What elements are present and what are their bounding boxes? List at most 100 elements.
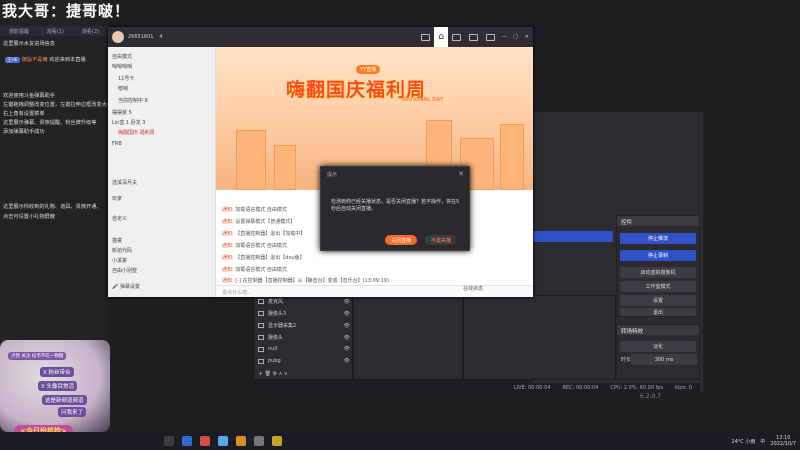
list-icon[interactable] [486,33,496,41]
maximize-icon[interactable]: □ [513,34,518,40]
sidebar-item[interactable]: 玩家 [112,195,122,202]
sidebar-item[interactable]: 自定义 [112,215,127,222]
left-line-badge: 王HE 御旨不是俺 欢迎来到本直播 [3,56,86,63]
gear-icon[interactable]: ⚙ [273,371,277,377]
sidebar-item[interactable]: 当前控制中 8 [118,97,148,104]
app-icon[interactable] [236,436,246,446]
virtual-camera-button[interactable]: 启动虚拟摄像机 [620,267,696,278]
start-icon[interactable] [164,436,174,446]
weather[interactable]: 24°C 小雨 [731,438,755,445]
left-tab-1[interactable]: 观影提醒 [9,28,29,35]
chat-text: 【直播控制器】退出【加载中】 [235,231,306,237]
transition-select[interactable]: 淡化 [620,341,696,352]
sidebar-item[interactable]: 小溪宴 [112,257,127,264]
stop-record-button[interactable]: 停止录制 [620,250,696,261]
source-name: pubg [268,358,281,364]
down-icon[interactable]: ∨ [284,371,288,377]
sidebar-item[interactable]: FRB [112,141,122,147]
obs-transitions-panel: 转场特效 淡化 时长 300 ms [616,324,700,380]
sidebar-item[interactable]: 选溪深月夫 [112,179,137,186]
eye-icon[interactable]: 👁 [344,323,350,329]
source-item[interactable]: pubg 👁 [258,358,350,364]
close-icon[interactable]: ✕ [525,34,529,40]
app-icon[interactable] [200,436,210,446]
chat-sender: 通知: [222,219,234,225]
close-icon[interactable]: ✕ [458,170,464,178]
bottom-tool[interactable]: 弹幕设置 [120,284,140,290]
left-tab-3[interactable]: 观看(2) [82,28,99,35]
app-icon[interactable] [254,436,264,446]
source-item[interactable]: 麦克风 👁 [258,298,350,305]
status-tool[interactable]: 在线状态 [463,285,483,292]
source-name: null [268,346,278,352]
cart-icon[interactable] [469,33,479,41]
chat-sender: 通知: [222,243,234,249]
badge-user: 御旨不是俺 [21,57,48,63]
obs-sources-panel: 麦克风 👁 摄像头3 👁 显示器采集2 👁 摄像头 👁 null 👁 pubg 👁 ＋ 🗑 … [253,295,353,380]
chat-line: 通知: 设置弹幕模式【普通模式】 [222,218,295,225]
dialog-message: 检测到你已经关播状态，是否关闭直播？若不操作，将在5秒后自动关闭直播。 [331,199,460,212]
sidebar-item[interactable]: 哨哨哨哨 [112,63,132,70]
sidebar-item[interactable]: 猫宴 [112,237,122,244]
minimize-icon[interactable]: — [502,34,507,40]
source-icon [258,311,264,316]
close-live-button[interactable]: 关闭直播 [385,235,417,245]
eye-icon[interactable]: 👁 [344,299,350,305]
gamepad-icon[interactable] [452,33,462,41]
chat-input[interactable]: 说点什么吧... [216,285,533,297]
chat-line: 通知: 加载语言模式 自由模式 [222,206,287,213]
chat-text: 【直播控制器】退出【dou鱼】 [235,255,305,261]
eye-icon[interactable]: 👁 [344,311,350,317]
eye-icon[interactable]: 👁 [344,346,350,352]
exit-button[interactable]: 退出 [620,308,696,316]
source-toolbar: ＋ 🗑 ⚙ ∧ ∨ [258,370,350,378]
overlay-title: 我大哥：捷哥啵！ [2,2,131,20]
sidebar-item[interactable]: Lin盒 1 卧龙 3 [112,119,145,126]
left-line: 这里展示弹幕、贵族提醒、粉丝牌升级等 [3,120,97,126]
source-icon [258,299,264,304]
live-status: LIVE: 00:00:04 [513,384,551,391]
ime-lang[interactable]: 中 [760,438,765,445]
sidebar-item[interactable]: 11号卡 [118,75,134,82]
source-item[interactable]: null 👁 [258,346,350,352]
obs-mixer2-panel [463,295,616,380]
sidebar-bottom-tools: 🎤 弹幕设置 [112,283,140,290]
source-item[interactable]: 显示器采集2 👁 [258,322,350,329]
avatar[interactable] [112,31,124,43]
taskbar: 24°C 小雨 中 13:10 2022/10/7 [0,432,800,450]
source-item[interactable]: 摄像头 👁 [258,334,350,341]
sidebar-item[interactable]: 嗨翻国庆 福利周 [118,129,155,136]
home-icon[interactable]: ⌂ [434,27,449,47]
chat-line: 通知: [-] 在控制器【直播控制器】从【静音台】变成【音乐台】(13:09:1… [222,277,389,284]
app-icon[interactable] [182,436,192,446]
sidebar-item[interactable]: 暗哨 [118,85,128,92]
stop-stream-button[interactable]: 停止推流 [620,233,696,244]
left-line: 左键拖拽调整改变位置，左键拉伸边框改变大小 [3,102,112,108]
source-item[interactable]: 摄像头3 👁 [258,310,350,317]
obs-selected-scene[interactable] [533,231,613,242]
source-icon [258,323,264,328]
mic-icon[interactable]: 🎤 [112,284,118,290]
sidebar-item[interactable]: 自由模式 [112,53,132,60]
sidebar-item[interactable]: 新拍代码 [112,247,132,254]
mascot-top-text: 点赞 关注 投币不吃一颗糖 [8,352,67,360]
left-tab-2[interactable]: 观看(1) [47,28,64,35]
duration-input[interactable]: 300 ms [631,354,697,365]
sidebar-item[interactable]: 自由小别墅 [112,267,137,274]
trash-icon[interactable]: 🗑 [265,371,271,377]
studio-mode-button[interactable]: 工作室模式 [620,281,696,292]
chat-line: 通知: 【直播控制器】退出【dou鱼】 [222,254,305,261]
chat-text: 加载语言模式 自由模式 [235,267,287,273]
up-icon[interactable]: ∧ [279,371,283,377]
screen-icon[interactable] [421,33,431,41]
app-icon[interactable] [272,436,282,446]
clock[interactable]: 13:10 2022/10/7 [770,435,796,447]
settings-button[interactable]: 设置 [620,295,696,306]
add-icon[interactable]: ＋ [258,370,263,377]
cancel-button[interactable]: 不需关播 [425,235,457,245]
chat-text: 加载语言模式 自由模式 [235,243,287,249]
eye-icon[interactable]: 👁 [344,358,350,364]
sidebar-item[interactable]: 摆摆装 5 [112,109,132,116]
eye-icon[interactable]: 👁 [344,335,350,341]
app-icon[interactable] [218,436,228,446]
